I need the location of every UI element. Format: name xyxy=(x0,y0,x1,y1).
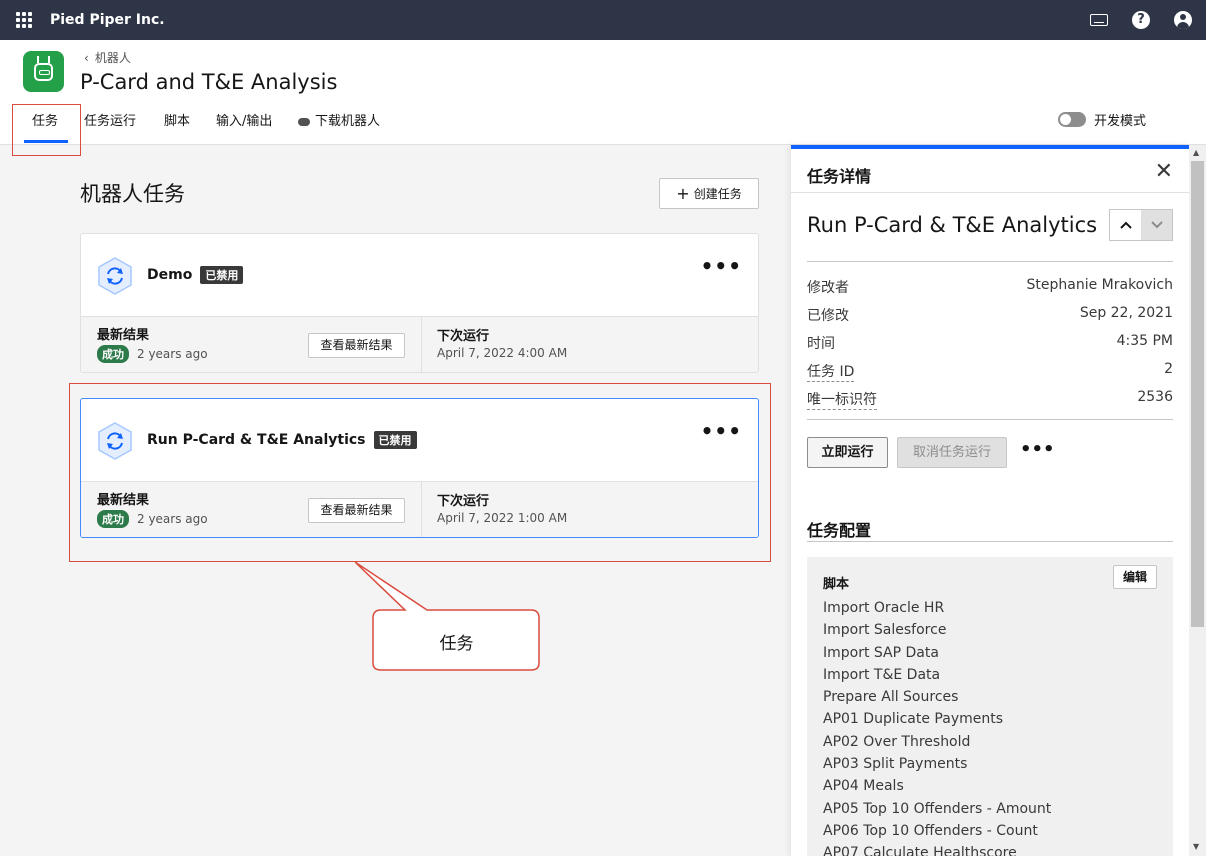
meta-value: Sep 22, 2021 xyxy=(1079,305,1173,321)
run-now-button[interactable]: 立即运行 xyxy=(807,437,888,468)
config-title: 任务配置 xyxy=(807,521,872,540)
panel-task-name: Run P-Card & T&E Analytics xyxy=(807,213,1098,237)
chevron-up-icon[interactable] xyxy=(1110,210,1141,240)
meta-value: 4:35 PM xyxy=(1116,333,1173,349)
meta-value: Stephanie Mrakovich xyxy=(1026,277,1174,293)
script-item: AP05 Top 10 Offenders - Amount xyxy=(823,800,1052,817)
meta-modified-by: 修改者 Stephanie Mrakovich xyxy=(807,277,1173,297)
meta-key: 已修改 xyxy=(807,308,849,324)
meta-key[interactable]: 任务 ID xyxy=(807,361,855,382)
create-task-label: 创建任务 xyxy=(693,187,742,201)
callout-text: 任务 xyxy=(439,634,474,654)
divider xyxy=(807,419,1173,420)
robot-app-icon xyxy=(23,51,64,92)
overflow-menu-icon[interactable]: ••• xyxy=(1020,439,1055,460)
edit-button[interactable]: 编辑 xyxy=(1113,565,1157,589)
meta-unique-id: 唯一标识符 2536 xyxy=(807,389,1173,410)
page-header: ‹ 机器人 P-Card and T&E Analysis 任务 任务运行 脚本… xyxy=(0,40,1206,145)
divider xyxy=(807,261,1173,262)
script-item: AP06 Top 10 Offenders - Count xyxy=(823,822,1038,839)
tab-input-output[interactable]: 输入/输出 xyxy=(216,110,272,129)
sync-icon xyxy=(98,257,132,295)
script-list: Import Oracle HR Import Salesforce Impor… xyxy=(823,597,1051,856)
meta-task-id: 任务 ID 2 xyxy=(807,361,1173,382)
app-switcher-icon[interactable] xyxy=(16,12,32,28)
view-latest-result-button[interactable]: 查看最新结果 xyxy=(308,333,405,358)
result-time: 2 years ago xyxy=(137,347,208,361)
tab-task-runs[interactable]: 任务运行 xyxy=(84,110,136,129)
success-badge: 成功 xyxy=(97,345,129,363)
divider xyxy=(807,541,1173,542)
chevron-down-icon[interactable] xyxy=(1141,210,1172,240)
status-badge: 已禁用 xyxy=(200,266,244,284)
tab-scripts[interactable]: 脚本 xyxy=(164,110,190,129)
script-label: 脚本 xyxy=(823,577,850,592)
panel-title: 任务详情 xyxy=(807,167,872,186)
create-task-button[interactable]: + 创建任务 xyxy=(659,178,759,209)
dev-mode-toggle[interactable]: 开发模式 xyxy=(1058,110,1146,129)
breadcrumb-link[interactable]: 机器人 xyxy=(95,49,131,66)
script-item: Import Oracle HR xyxy=(823,600,945,616)
plus-icon: + xyxy=(676,183,690,203)
script-item: Prepare All Sources xyxy=(823,689,959,706)
panel-header: 任务详情 ✕ xyxy=(791,149,1189,193)
task-details-panel: 任务详情 ✕ Run P-Card & T&E Analytics 修改者 St… xyxy=(791,145,1189,856)
latest-result-info: 成功 2 years ago xyxy=(97,345,208,363)
cancel-run-button[interactable]: 取消任务运行 xyxy=(897,437,1007,468)
script-item: AP04 Meals xyxy=(823,778,904,795)
page-title: P-Card and T&E Analysis xyxy=(80,70,338,94)
script-item: AP03 Split Payments xyxy=(823,756,968,773)
meta-key: 时间 xyxy=(807,336,835,352)
script-config-box: 脚本 编辑 Import Oracle HR Import Salesforce… xyxy=(807,557,1173,856)
task-nav-buttons xyxy=(1109,209,1173,241)
keyboard-icon[interactable] xyxy=(1090,14,1108,26)
tab-download-label: 下载机器人 xyxy=(315,114,381,129)
chevron-left-icon: ‹ xyxy=(84,50,89,65)
dev-mode-label: 开发模式 xyxy=(1094,114,1147,129)
tab-download-robot[interactable]: 下载机器人 xyxy=(298,110,380,129)
user-avatar-icon[interactable] xyxy=(1174,11,1192,29)
meta-modified: 已修改 Sep 22, 2021 xyxy=(807,305,1173,325)
breadcrumb[interactable]: ‹ 机器人 xyxy=(84,49,131,66)
script-item: AP07 Calculate Healthscore xyxy=(823,845,1017,856)
task-name[interactable]: Demo xyxy=(147,267,192,283)
script-item: Import SAP Data xyxy=(823,644,939,661)
meta-value: 2 xyxy=(1164,361,1173,377)
cloud-download-icon xyxy=(298,117,310,126)
annotation-callout xyxy=(355,561,540,671)
scroll-thumb[interactable] xyxy=(1191,161,1204,627)
panel-scrollbar[interactable]: ▲ ▼ xyxy=(1189,145,1206,856)
task-card-demo[interactable]: Demo 已禁用 ••• 最新结果 成功 2 years ago 查看最新结果 … xyxy=(80,233,759,373)
script-item: Import T&E Data xyxy=(823,666,941,683)
script-item: AP01 Duplicate Payments xyxy=(823,711,1004,728)
latest-result-label: 最新结果 xyxy=(97,328,150,343)
close-icon[interactable]: ✕ xyxy=(1155,159,1173,184)
script-item: Import Salesforce xyxy=(823,622,947,639)
section-title: 机器人任务 xyxy=(80,182,185,206)
meta-key[interactable]: 唯一标识符 xyxy=(807,389,877,410)
meta-value: 2536 xyxy=(1137,389,1173,405)
help-icon[interactable]: ? xyxy=(1132,11,1150,29)
next-run-time: April 7, 2022 4:00 AM xyxy=(437,346,568,360)
footer-divider xyxy=(421,316,422,372)
brand-name[interactable]: Pied Piper Inc. xyxy=(50,12,165,28)
top-bar: Pied Piper Inc. ? xyxy=(0,0,1206,40)
scroll-down-arrow[interactable]: ▼ xyxy=(1193,842,1199,851)
annotation-box-tab xyxy=(12,104,81,156)
meta-key: 修改者 xyxy=(807,280,849,296)
annotation-box-card xyxy=(69,383,771,562)
script-item: AP02 Over Threshold xyxy=(823,733,971,750)
next-run-label: 下次运行 xyxy=(437,329,490,344)
meta-time: 时间 4:35 PM xyxy=(807,333,1173,353)
toggle-switch[interactable] xyxy=(1058,112,1086,127)
scroll-up-arrow[interactable]: ▲ xyxy=(1193,148,1199,157)
overflow-menu-icon[interactable]: ••• xyxy=(701,254,742,278)
